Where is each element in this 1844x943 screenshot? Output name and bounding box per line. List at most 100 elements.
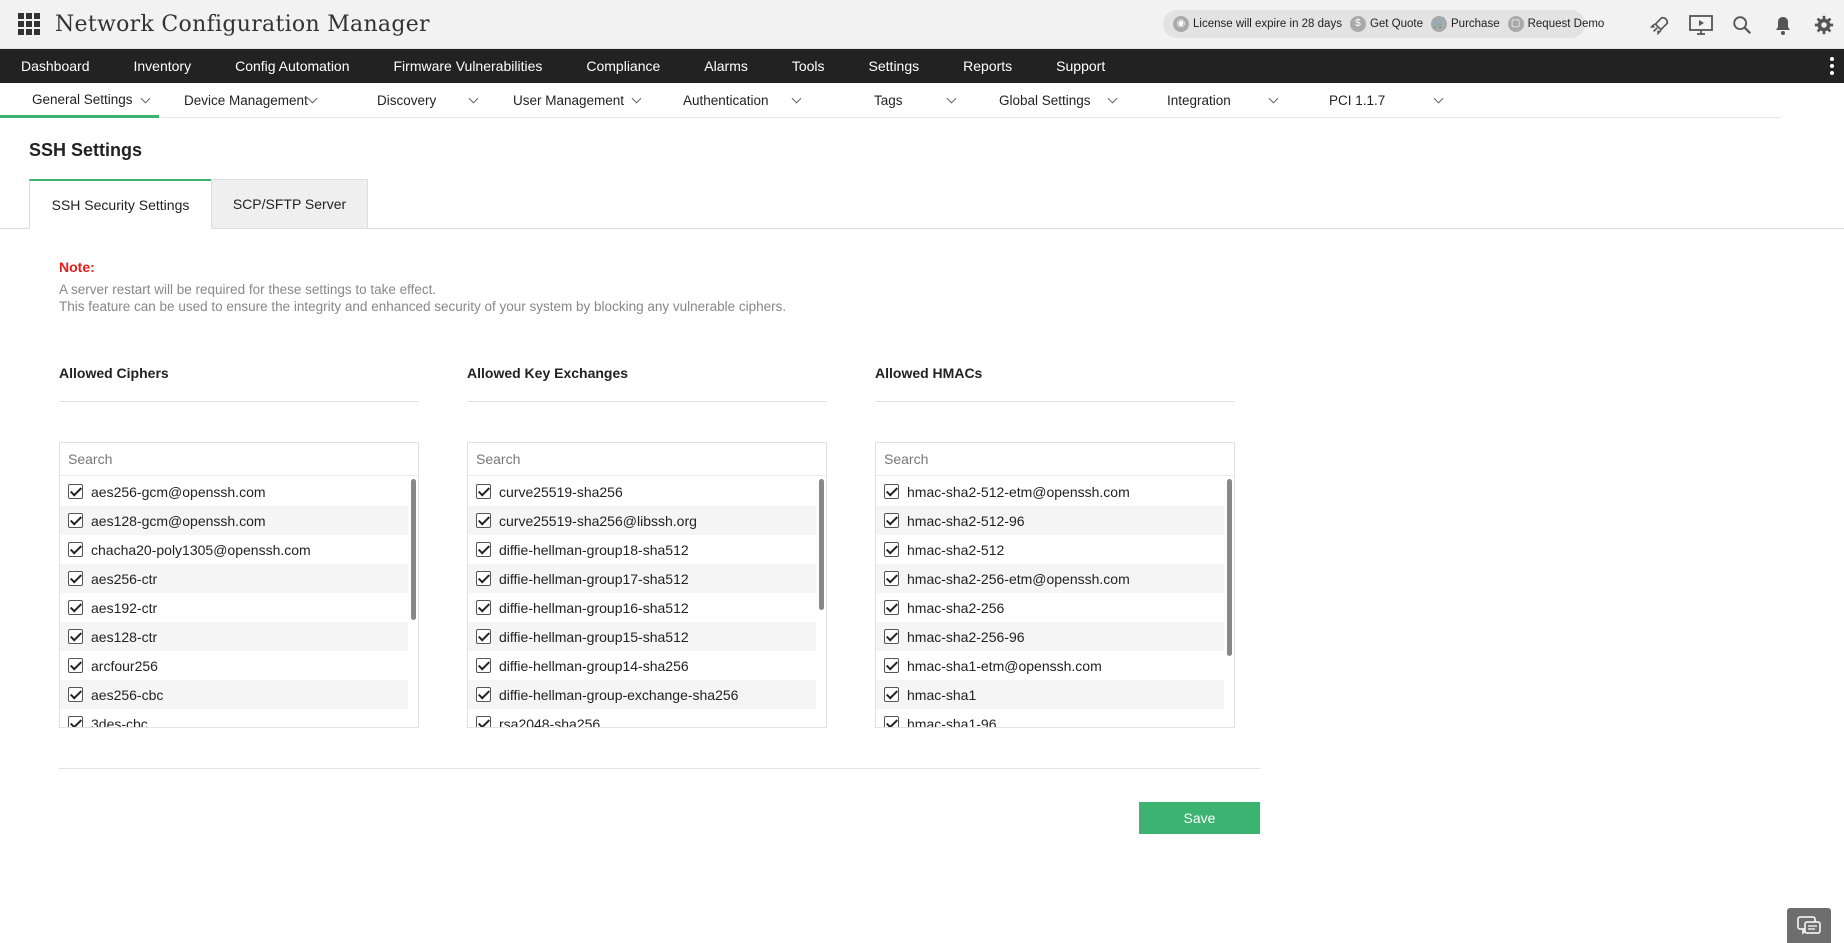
ciphers-scrollbar[interactable]	[411, 479, 416, 620]
checkbox[interactable]	[884, 716, 899, 727]
apps-grid-icon[interactable]	[18, 13, 40, 35]
list-item[interactable]: curve25519-sha256	[468, 477, 816, 506]
nav-firmware-vulnerabilities[interactable]: Firmware Vulnerabilities	[372, 49, 565, 83]
list-item[interactable]: hmac-sha1	[876, 680, 1224, 709]
subnav-general-settings[interactable]: General Settings	[0, 83, 159, 118]
hmacs-scrollbar[interactable]	[1227, 479, 1232, 656]
nav-reports[interactable]: Reports	[941, 49, 1034, 83]
nav-config-automation[interactable]: Config Automation	[213, 49, 371, 83]
list-item[interactable]: aes128-gcm@openssh.com	[60, 506, 408, 535]
list-item[interactable]: hmac-sha2-256	[876, 593, 1224, 622]
checkbox[interactable]	[68, 571, 83, 586]
checkbox[interactable]	[884, 542, 899, 557]
subnav-discovery[interactable]: Discovery	[358, 83, 492, 118]
checkbox[interactable]	[68, 629, 83, 644]
checkbox[interactable]	[476, 484, 491, 499]
list-item[interactable]: rsa2048-sha256	[468, 709, 816, 727]
subnav-tags[interactable]: Tags	[847, 83, 973, 118]
nav-inventory[interactable]: Inventory	[112, 49, 214, 83]
list-item[interactable]: diffie-hellman-group16-sha512	[468, 593, 816, 622]
subnav-global-settings[interactable]: Global Settings	[973, 83, 1138, 118]
list-item[interactable]: 3des-cbc	[60, 709, 408, 727]
list-item[interactable]: aes256-cbc	[60, 680, 408, 709]
key-exchanges-search-input[interactable]	[476, 451, 776, 467]
checkbox[interactable]	[68, 658, 83, 673]
tab-scp-sftp-server[interactable]: SCP/SFTP Server	[211, 179, 368, 228]
checkbox[interactable]	[884, 484, 899, 499]
checkbox[interactable]	[884, 571, 899, 586]
list-item[interactable]: aes256-ctr	[60, 564, 408, 593]
request-demo-link[interactable]: ▢ Request Demo	[1507, 16, 1604, 32]
checkbox[interactable]	[68, 687, 83, 702]
checkbox[interactable]	[884, 687, 899, 702]
subnav-integration[interactable]: Integration	[1138, 83, 1303, 118]
purchase-link[interactable]: 🛒 Purchase	[1431, 16, 1500, 32]
subnav-pci[interactable]: PCI 1.1.7	[1303, 83, 1463, 118]
checkbox[interactable]	[476, 513, 491, 528]
subnav-authentication[interactable]: Authentication	[657, 83, 847, 118]
list-item[interactable]: aes192-ctr	[60, 593, 408, 622]
checkbox[interactable]	[884, 600, 899, 615]
nav-tools[interactable]: Tools	[770, 49, 847, 83]
chevron-down-icon	[791, 93, 802, 104]
list-item[interactable]: arcfour256	[60, 651, 408, 680]
gear-icon[interactable]	[1803, 0, 1844, 49]
nav-settings[interactable]: Settings	[847, 49, 942, 83]
list-item[interactable]: aes128-ctr	[60, 622, 408, 651]
list-item[interactable]: diffie-hellman-group-exchange-sha256	[468, 680, 816, 709]
subnav-label: PCI 1.1.7	[1329, 93, 1386, 108]
checkbox[interactable]	[476, 542, 491, 557]
nav-compliance[interactable]: Compliance	[564, 49, 682, 83]
key-exchanges-search-box	[468, 443, 826, 476]
ciphers-search-input[interactable]	[68, 451, 368, 467]
get-quote-link[interactable]: $ Get Quote	[1349, 16, 1423, 32]
search-icon[interactable]	[1721, 0, 1762, 49]
checkbox[interactable]	[476, 716, 491, 727]
list-item[interactable]: diffie-hellman-group15-sha512	[468, 622, 816, 651]
checkbox[interactable]	[68, 542, 83, 557]
checkbox[interactable]	[476, 629, 491, 644]
tab-ssh-security-settings[interactable]: SSH Security Settings	[29, 179, 211, 229]
list-item[interactable]: diffie-hellman-group17-sha512	[468, 564, 816, 593]
nav-alarms[interactable]: Alarms	[682, 49, 770, 83]
subnav-label: Device Management	[184, 93, 308, 108]
more-menu-icon[interactable]	[1830, 57, 1834, 78]
checkbox[interactable]	[68, 513, 83, 528]
subnav-label: Discovery	[377, 93, 437, 108]
list-item[interactable]: chacha20-poly1305@openssh.com	[60, 535, 408, 564]
subnav-device-management[interactable]: Device Management	[159, 83, 358, 118]
checkbox[interactable]	[68, 716, 83, 727]
list-item[interactable]: hmac-sha2-512-etm@openssh.com	[876, 477, 1224, 506]
nav-support[interactable]: Support	[1034, 49, 1127, 83]
key-exchanges-scrollbar[interactable]	[819, 479, 824, 610]
save-button[interactable]: Save	[1139, 802, 1260, 834]
main-nav: Dashboard Inventory Config Automation Fi…	[0, 49, 1844, 83]
checkbox[interactable]	[476, 600, 491, 615]
list-item[interactable]: hmac-sha2-256-96	[876, 622, 1224, 651]
list-item[interactable]: hmac-sha1-etm@openssh.com	[876, 651, 1224, 680]
list-item[interactable]: hmac-sha2-512	[876, 535, 1224, 564]
list-item[interactable]: hmac-sha2-512-96	[876, 506, 1224, 535]
presentation-icon[interactable]	[1680, 0, 1721, 49]
list-item[interactable]: diffie-hellman-group14-sha256	[468, 651, 816, 680]
list-item[interactable]: curve25519-sha256@libssh.org	[468, 506, 816, 535]
checkbox[interactable]	[476, 687, 491, 702]
checkbox[interactable]	[68, 600, 83, 615]
checkbox[interactable]	[884, 658, 899, 673]
subnav-user-management[interactable]: User Management	[492, 83, 657, 118]
list-item[interactable]: hmac-sha1-96	[876, 709, 1224, 727]
license-expiry[interactable]: ◉ License will expire in 28 days	[1173, 16, 1342, 32]
chat-icon[interactable]	[1787, 908, 1831, 943]
checkbox[interactable]	[476, 571, 491, 586]
list-item[interactable]: hmac-sha2-256-etm@openssh.com	[876, 564, 1224, 593]
nav-dashboard[interactable]: Dashboard	[0, 49, 112, 83]
list-item[interactable]: diffie-hellman-group18-sha512	[468, 535, 816, 564]
checkbox[interactable]	[884, 513, 899, 528]
checkbox[interactable]	[476, 658, 491, 673]
rocket-icon[interactable]	[1639, 0, 1680, 49]
checkbox[interactable]	[884, 629, 899, 644]
list-item[interactable]: aes256-gcm@openssh.com	[60, 477, 408, 506]
bell-icon[interactable]	[1762, 0, 1803, 49]
checkbox[interactable]	[68, 484, 83, 499]
hmacs-search-input[interactable]	[884, 451, 1184, 467]
